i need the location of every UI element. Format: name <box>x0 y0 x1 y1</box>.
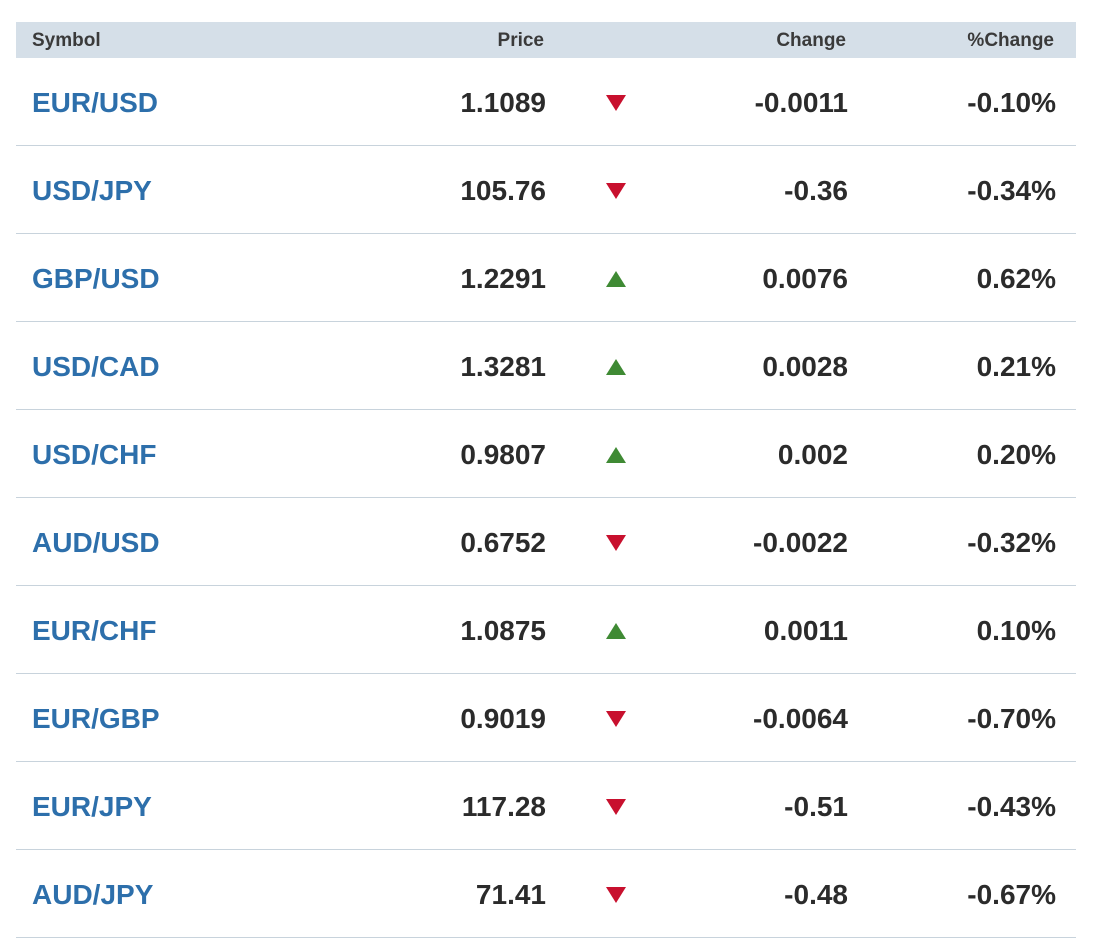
pct-change-value: 0.62% <box>976 263 1056 294</box>
symbol-link[interactable]: EUR/CHF <box>32 615 156 647</box>
table-row: EUR/GBP 0.9019 -0.0064 -0.70% <box>16 674 1076 762</box>
price-value: 1.3281 <box>460 351 546 382</box>
triangle-up-icon <box>605 622 627 640</box>
table-row: USD/CHF 0.9807 0.002 0.20% <box>16 410 1076 498</box>
column-header-pct-change[interactable]: %Change <box>967 30 1054 52</box>
price-value: 1.2291 <box>460 263 546 294</box>
table-row: GBP/USD 1.2291 0.0076 0.62% <box>16 234 1076 322</box>
currency-quote-table: Symbol Price Change %Change EUR/USD 1.10… <box>16 22 1076 938</box>
table-row: USD/CAD 1.3281 0.0028 0.21% <box>16 322 1076 410</box>
pct-change-value: -0.34% <box>967 175 1056 206</box>
change-value: 0.0028 <box>762 351 848 382</box>
pct-change-value: -0.32% <box>967 527 1056 558</box>
pct-change-value: -0.67% <box>967 879 1056 910</box>
triangle-down-icon <box>605 534 627 552</box>
table-row: AUD/USD 0.6752 -0.0022 -0.32% <box>16 498 1076 586</box>
column-header-change[interactable]: Change <box>776 30 846 52</box>
symbol-link[interactable]: GBP/USD <box>32 263 160 295</box>
pct-change-value: 0.10% <box>976 615 1056 646</box>
pct-change-value: 0.21% <box>976 351 1056 382</box>
triangle-up-icon <box>605 446 627 464</box>
price-value: 0.6752 <box>460 527 546 558</box>
pct-change-value: -0.10% <box>967 87 1056 118</box>
column-header-symbol[interactable]: Symbol <box>32 30 101 52</box>
change-value: -0.0064 <box>753 703 848 734</box>
change-value: -0.51 <box>784 791 848 822</box>
triangle-down-icon <box>605 94 627 112</box>
price-value: 0.9019 <box>460 703 546 734</box>
symbol-link[interactable]: AUD/JPY <box>32 879 153 911</box>
table-row: EUR/JPY 117.28 -0.51 -0.43% <box>16 762 1076 850</box>
triangle-up-icon <box>605 358 627 376</box>
table-header: Symbol Price Change %Change <box>16 22 1076 58</box>
pct-change-value: 0.20% <box>976 439 1056 470</box>
change-value: 0.002 <box>777 439 848 470</box>
pct-change-value: -0.70% <box>967 703 1056 734</box>
price-value: 1.1089 <box>460 87 546 118</box>
triangle-down-icon <box>605 886 627 904</box>
change-value: 0.0076 <box>762 263 848 294</box>
change-value: -0.48 <box>784 879 848 910</box>
pct-change-value: -0.43% <box>967 791 1056 822</box>
column-header-price[interactable]: Price <box>498 30 544 52</box>
triangle-down-icon <box>605 798 627 816</box>
price-value: 105.76 <box>460 175 546 206</box>
symbol-link[interactable]: USD/JPY <box>32 175 152 207</box>
triangle-up-icon <box>605 270 627 288</box>
change-value: 0.0011 <box>763 615 848 646</box>
change-value: -0.0022 <box>753 527 848 558</box>
symbol-link[interactable]: USD/CHF <box>32 439 156 471</box>
symbol-link[interactable]: EUR/USD <box>32 87 158 119</box>
price-value: 71.41 <box>475 879 546 910</box>
table-row: AUD/JPY 71.41 -0.48 -0.67% <box>16 850 1076 938</box>
symbol-link[interactable]: EUR/GBP <box>32 703 160 735</box>
symbol-link[interactable]: AUD/USD <box>32 527 160 559</box>
symbol-link[interactable]: EUR/JPY <box>32 791 152 823</box>
change-value: -0.0011 <box>754 87 848 118</box>
table-row: USD/JPY 105.76 -0.36 -0.34% <box>16 146 1076 234</box>
table-row: EUR/CHF 1.0875 0.0011 0.10% <box>16 586 1076 674</box>
triangle-down-icon <box>605 182 627 200</box>
change-value: -0.36 <box>784 175 848 206</box>
triangle-down-icon <box>605 710 627 728</box>
price-value: 117.28 <box>461 791 546 822</box>
price-value: 1.0875 <box>460 615 546 646</box>
table-row: EUR/USD 1.1089 -0.0011 -0.10% <box>16 58 1076 146</box>
symbol-link[interactable]: USD/CAD <box>32 351 160 383</box>
price-value: 0.9807 <box>460 439 546 470</box>
